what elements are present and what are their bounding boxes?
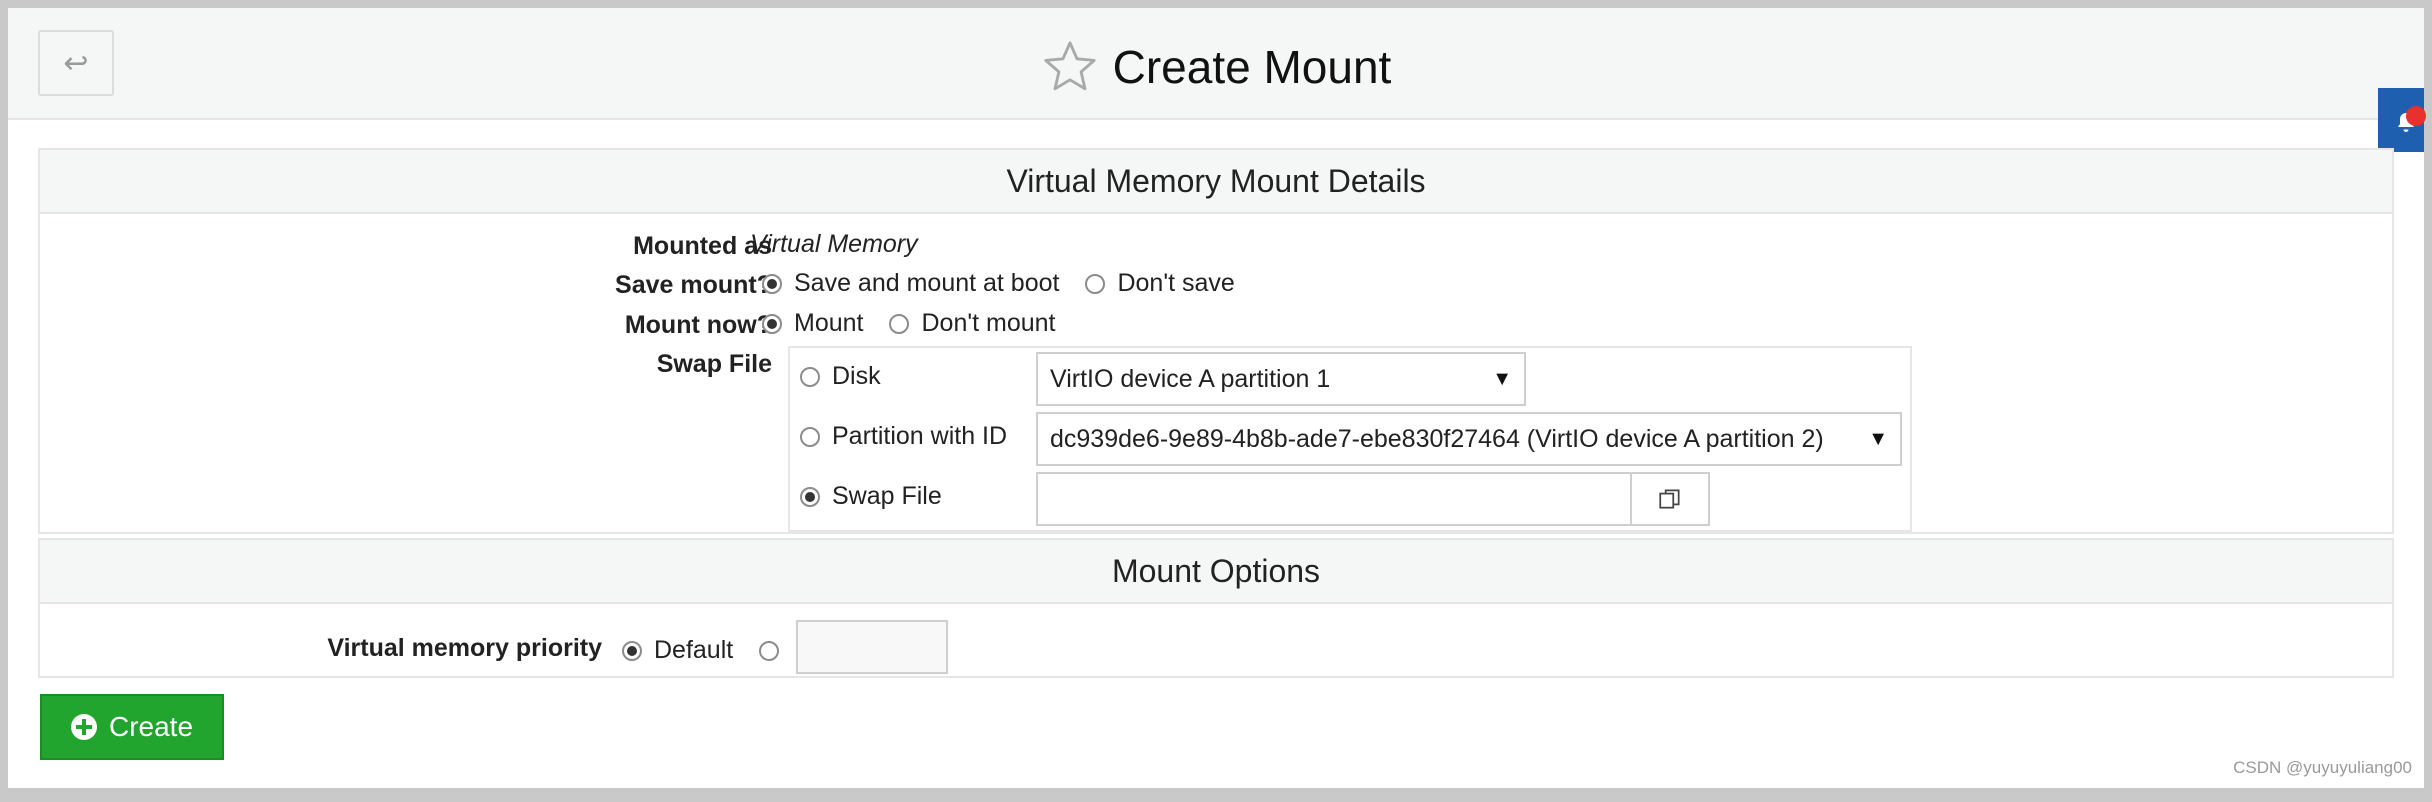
top-bar: ↩ Create Mount (8, 8, 2424, 120)
swap-file-input[interactable] (1036, 472, 1632, 526)
mount-details-heading: Virtual Memory Mount Details (40, 150, 2392, 214)
mount-details-panel: Virtual Memory Mount Details Mounted as … (38, 148, 2394, 534)
priority-default-option[interactable]: Default (622, 636, 733, 665)
disk-select-value: VirtIO device A partition 1 (1050, 364, 1331, 393)
partition-select[interactable]: dc939de6-9e89-4b8b-ade7-ebe830f27464 (Vi… (1036, 412, 1902, 466)
swap-source-box: Disk VirtIO device A partition 1 ▼ Parti… (788, 346, 1912, 532)
save-mount-options: Save and mount at boot Don't save (762, 269, 1261, 298)
disk-radio[interactable] (800, 366, 820, 387)
star-outline-icon[interactable] (1041, 38, 1099, 96)
priority-default-radio[interactable] (622, 640, 642, 661)
save-and-mount-option[interactable]: Save and mount at boot (762, 269, 1059, 298)
partition-radio[interactable] (800, 426, 820, 447)
priority-custom-radio[interactable] (759, 640, 780, 661)
partition-label: Partition with ID (832, 422, 1008, 450)
notification-dot (2406, 106, 2426, 126)
dont-mount-option[interactable]: Don't mount (889, 309, 1056, 338)
create-button-label: Create (108, 711, 194, 742)
partition-option[interactable]: Partition with ID (800, 422, 1007, 451)
watermark: CSDN @yuyuyuliang00 (2233, 758, 2412, 777)
mount-label: Mount (794, 309, 864, 337)
title-area: Create Mount (8, 34, 2424, 100)
page-title: Create Mount (1112, 41, 1392, 93)
mount-now-options: Mount Don't mount (762, 309, 1082, 338)
save-and-mount-label: Save and mount at boot (794, 269, 1060, 297)
caret-down-icon: ▼ (1492, 367, 1512, 390)
save-mount-label: Save mount? (615, 271, 772, 299)
priority-default-label: Default (654, 636, 734, 664)
priority-input[interactable] (796, 620, 948, 674)
dont-mount-label: Don't mount (921, 309, 1056, 337)
mounted-as-value: Virtual Memory (750, 230, 918, 258)
disk-select[interactable]: VirtIO device A partition 1 ▼ (1036, 352, 1526, 406)
swap-file-label: Swap File (656, 350, 772, 378)
dont-save-option[interactable]: Don't save (1085, 269, 1235, 298)
notifications-tab[interactable] (2378, 88, 2426, 152)
swap-file-option[interactable]: Swap File (800, 482, 942, 511)
mount-option[interactable]: Mount (762, 309, 863, 338)
dont-save-label: Don't save (1117, 269, 1235, 297)
caret-down-icon: ▼ (1868, 427, 1888, 450)
mount-now-label: Mount now? (624, 311, 772, 339)
disk-option[interactable]: Disk (800, 362, 881, 391)
mount-options-heading: Mount Options (40, 540, 2392, 604)
plus-circle-icon (70, 714, 97, 740)
file-chooser-button[interactable] (1630, 472, 1710, 526)
create-button[interactable]: Create (40, 694, 224, 760)
dont-save-radio[interactable] (1085, 273, 1106, 294)
mount-options-panel: Mount Options Virtual memory priority De… (38, 538, 2394, 678)
priority-options: Default (622, 636, 799, 665)
priority-label: Virtual memory priority (327, 634, 602, 662)
dont-mount-radio[interactable] (889, 313, 910, 334)
save-and-mount-radio[interactable] (762, 273, 782, 294)
partition-select-value: dc939de6-9e89-4b8b-ade7-ebe830f27464 (Vi… (1050, 424, 1824, 453)
swap-file-option-label: Swap File (832, 482, 942, 510)
page-frame: ↩ Create Mount Virtual Memory Mount Deta… (8, 8, 2426, 788)
mount-radio[interactable] (762, 313, 782, 334)
file-chooser-icon (1659, 489, 1680, 509)
swap-file-radio[interactable] (800, 486, 820, 507)
disk-label: Disk (832, 362, 881, 390)
